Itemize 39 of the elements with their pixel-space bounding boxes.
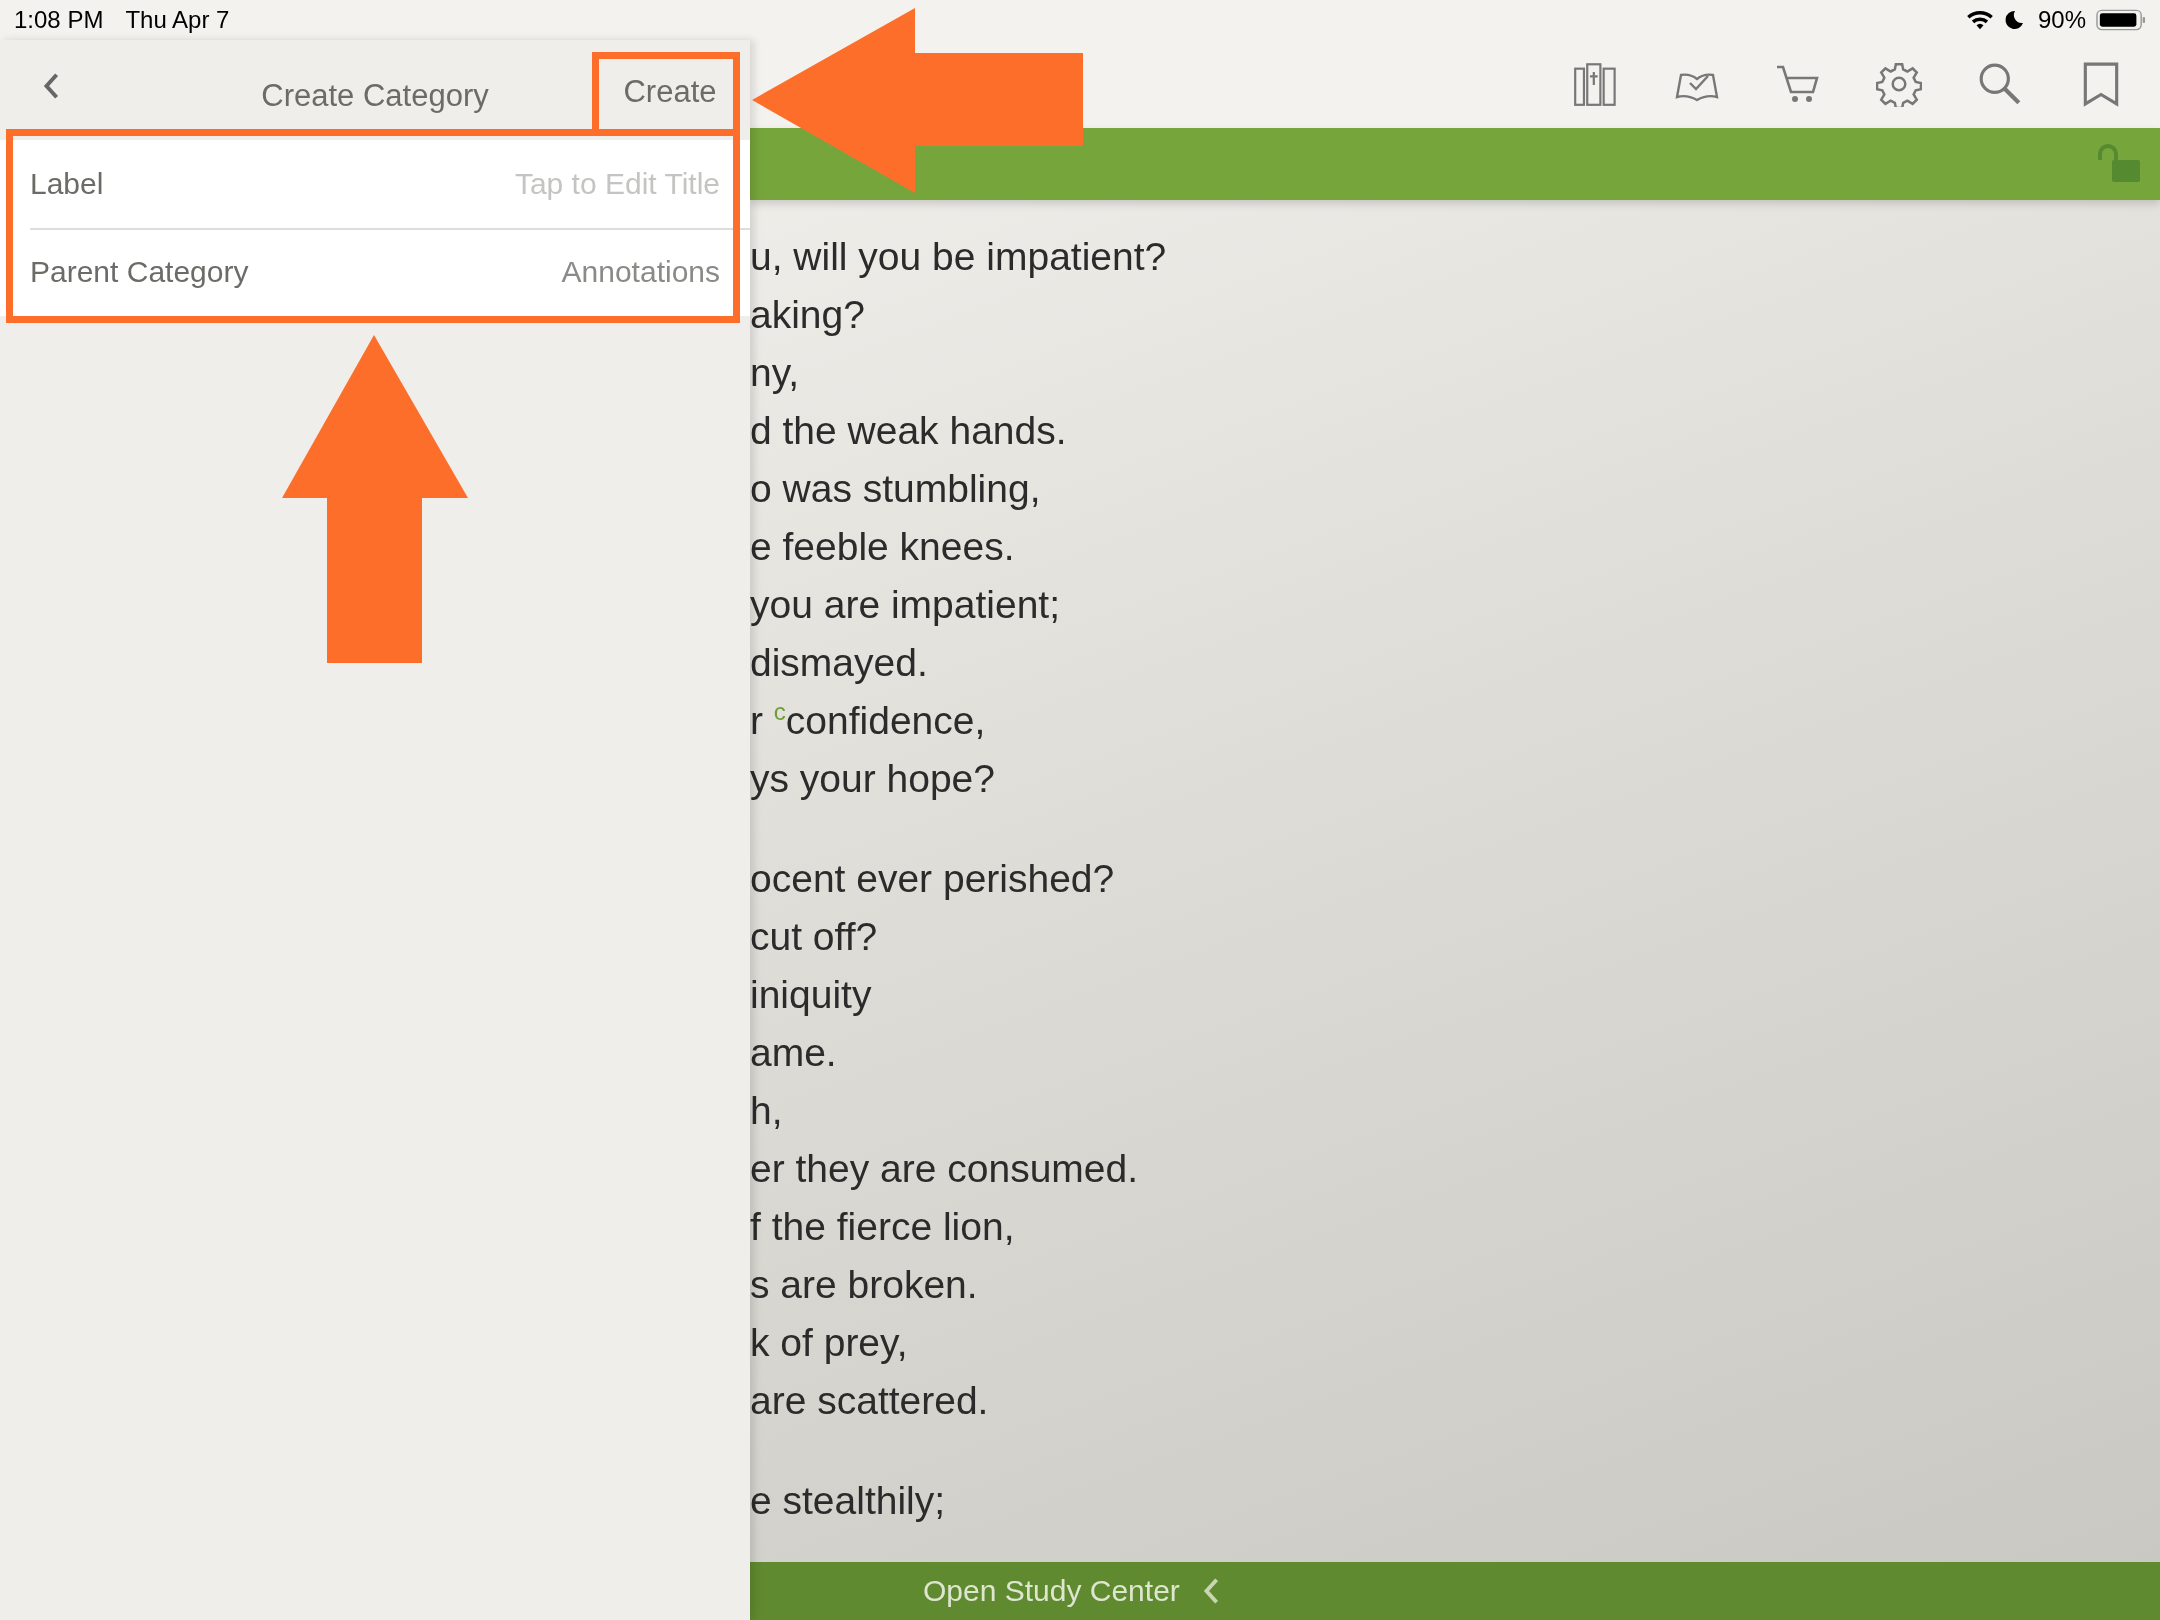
field-label: Parent Category bbox=[30, 255, 249, 289]
status-date: Thu Apr 7 bbox=[125, 6, 230, 34]
back-icon[interactable] bbox=[42, 71, 60, 101]
scripture-line: iniquity bbox=[750, 972, 872, 1018]
scripture-line: aking? bbox=[750, 292, 865, 338]
panel-title: Create Category bbox=[261, 78, 489, 114]
scripture-line: u, will you be impatient? bbox=[750, 234, 1167, 280]
scripture-line: e feeble knees. bbox=[750, 524, 1015, 570]
scripture-line: k of prey, bbox=[750, 1320, 908, 1366]
scripture-line: ny, bbox=[750, 350, 800, 396]
battery-percent: 90% bbox=[2037, 6, 2086, 34]
books-icon[interactable] bbox=[1573, 61, 1619, 107]
scripture-line: ame. bbox=[750, 1030, 837, 1076]
settings-icon[interactable] bbox=[1876, 61, 1922, 107]
wifi-icon bbox=[1965, 9, 1994, 31]
scripture-line: f the fierce lion, bbox=[750, 1204, 1015, 1250]
create-button[interactable]: Create bbox=[604, 57, 736, 127]
scripture-line: r $^{c}$confidence, bbox=[750, 697, 986, 744]
scripture-line: s are broken. bbox=[750, 1262, 978, 1308]
status-time: 1:08 PM bbox=[14, 6, 104, 34]
study-center-link[interactable]: Open Study Center bbox=[923, 1574, 1180, 1608]
battery-icon bbox=[2096, 9, 2146, 31]
scripture-line: h, bbox=[750, 1088, 783, 1134]
scripture-line: are scattered. bbox=[750, 1378, 989, 1424]
scripture-line: cut off? bbox=[750, 914, 878, 960]
scripture-line: d the weak hands. bbox=[750, 408, 1067, 454]
chevron-left-icon[interactable] bbox=[1201, 1576, 1220, 1606]
scripture-line: ys your hope? bbox=[750, 756, 995, 802]
field-value[interactable]: Annotations bbox=[561, 255, 720, 289]
title-input[interactable]: Tap to Edit Title bbox=[123, 167, 720, 201]
moon-icon bbox=[2003, 9, 2024, 31]
scripture-line: er they are consumed. bbox=[750, 1146, 1139, 1192]
scripture-line: ocent ever perished? bbox=[750, 856, 1115, 902]
field-label: Label bbox=[30, 167, 104, 201]
scripture-line: e stealthily; bbox=[750, 1478, 946, 1524]
search-icon[interactable] bbox=[1977, 61, 2023, 107]
scripture-line: o was stumbling, bbox=[750, 466, 1041, 512]
scripture-line: dismayed. bbox=[750, 640, 928, 686]
scripture-line: you are impatient; bbox=[750, 582, 1060, 628]
